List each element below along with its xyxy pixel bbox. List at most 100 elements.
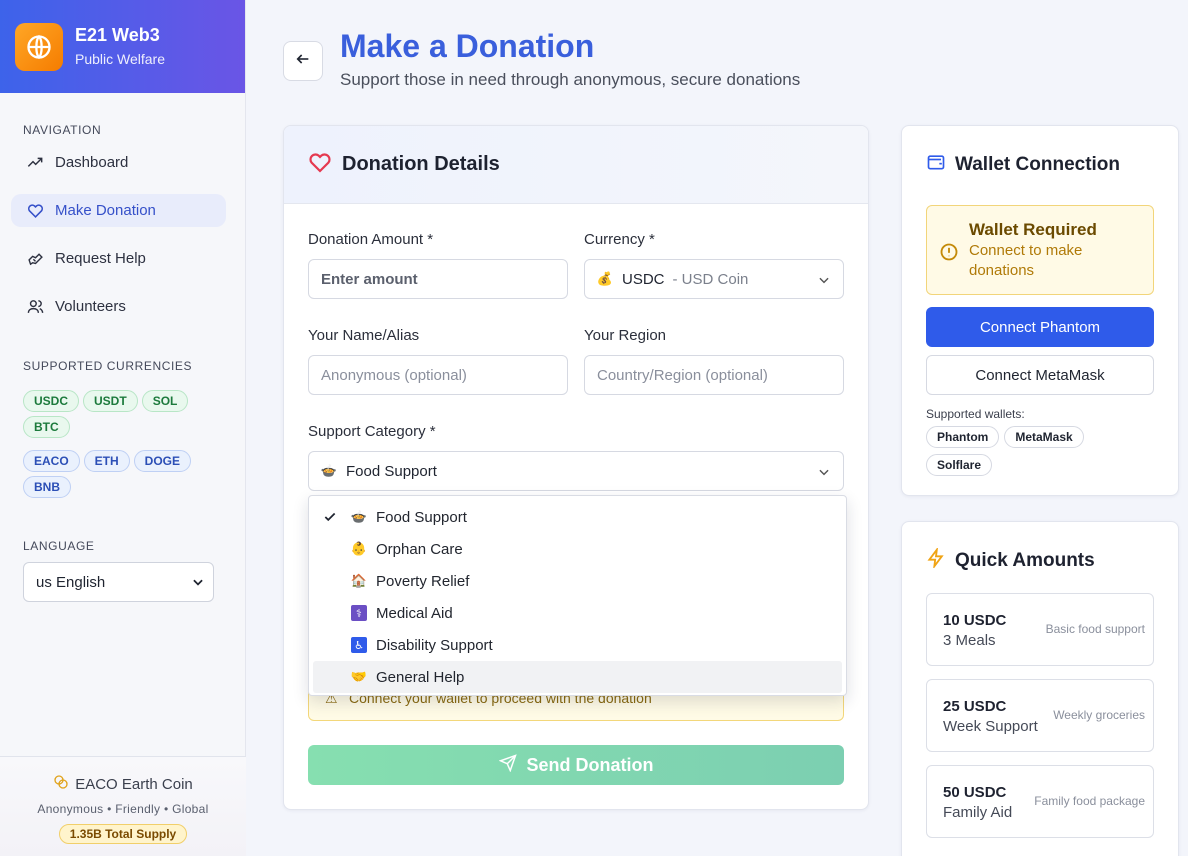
handshake-icon: 🤝 bbox=[350, 669, 368, 684]
medical-icon: ⚕ bbox=[351, 605, 367, 621]
sidebar-item-request-help[interactable]: Request Help bbox=[11, 242, 226, 275]
amount-input[interactable]: Enter amount bbox=[308, 259, 568, 299]
currency-chip[interactable]: BTC bbox=[23, 416, 70, 438]
alert-circle-icon bbox=[939, 242, 959, 280]
category-option-food-support[interactable]: 🍲 Food Support bbox=[313, 501, 842, 533]
page-title: Make a Donation bbox=[340, 28, 595, 64]
currency-chip[interactable]: EACO bbox=[23, 450, 80, 472]
sidebar-item-volunteers[interactable]: Volunteers bbox=[11, 290, 226, 323]
name-label: Your Name/Alias bbox=[308, 327, 420, 344]
currency-chip[interactable]: SOL bbox=[141, 390, 189, 412]
currency-chip[interactable]: BNB bbox=[23, 476, 71, 498]
heart-icon bbox=[308, 150, 332, 179]
option-label: Poverty Relief bbox=[376, 572, 470, 590]
quick-amount-option[interactable]: 25 USDC Week Support Weekly groceries bbox=[926, 679, 1154, 752]
coin-name: EACO Earth Coin bbox=[75, 775, 193, 793]
footer-tagline: Anonymous • Friendly • Global bbox=[37, 802, 209, 816]
category-dropdown: 🍲 Food Support 👶 Orphan Care 🏠 Poverty R… bbox=[308, 495, 847, 696]
currency-chip[interactable]: DOGE bbox=[133, 450, 192, 472]
page-subtitle: Support those in need through anonymous,… bbox=[340, 70, 801, 89]
food-bowl-icon: 🍲 bbox=[320, 463, 338, 478]
quick-amount-label: Family Aid bbox=[943, 804, 1013, 821]
supported-wallets-label: Supported wallets: bbox=[926, 407, 1025, 421]
currency-chip[interactable]: USDT bbox=[83, 390, 138, 412]
sidebar-item-label: Volunteers bbox=[55, 298, 126, 315]
helping-hand-icon bbox=[26, 250, 44, 268]
trending-up-icon bbox=[26, 154, 44, 172]
globe-icon bbox=[15, 22, 63, 71]
category-label: Support Category * bbox=[308, 423, 436, 440]
wallet-required-notice: Wallet Required Connect to make donation… bbox=[926, 205, 1154, 295]
amount-label: Donation Amount * bbox=[308, 231, 434, 248]
heart-icon bbox=[26, 202, 44, 220]
send-label: Send Donation bbox=[526, 754, 654, 775]
option-label: Disability Support bbox=[376, 636, 493, 654]
category-value: Food Support bbox=[346, 462, 437, 480]
sidebar-item-label: Make Donation bbox=[55, 202, 156, 219]
quick-amounts-card: Quick Amounts 10 USDC 3 Meals Basic food… bbox=[901, 521, 1179, 856]
notice-text: Connect to make donations bbox=[969, 242, 1083, 279]
wallet-chip: Phantom bbox=[926, 426, 1000, 448]
quick-card-title: Quick Amounts bbox=[955, 550, 1095, 571]
currency-label: Currency * bbox=[584, 231, 655, 248]
sidebar-item-label: Request Help bbox=[55, 250, 146, 267]
wallet-chip: MetaMask bbox=[1004, 426, 1084, 448]
quick-amount-desc: Weekly groceries bbox=[1053, 708, 1145, 722]
currency-chip[interactable]: ETH bbox=[83, 450, 130, 472]
send-icon bbox=[497, 753, 517, 777]
back-button[interactable] bbox=[283, 41, 323, 81]
category-option-orphan-care[interactable]: 👶 Orphan Care bbox=[313, 533, 842, 565]
option-label: General Help bbox=[376, 668, 465, 686]
money-bag-icon: 💰 bbox=[596, 271, 614, 286]
language-value: us English bbox=[36, 573, 106, 591]
sidebar: E21 Web3 Public Welfare NAVIGATION Dashb… bbox=[0, 0, 246, 856]
category-select[interactable]: 🍲 Food Support bbox=[308, 451, 844, 491]
donation-details-card: Donation Details Donation Amount * Enter… bbox=[283, 125, 869, 810]
quick-amount-option[interactable]: 10 USDC 3 Meals Basic food support bbox=[926, 593, 1154, 666]
category-option-poverty-relief[interactable]: 🏠 Poverty Relief bbox=[313, 565, 842, 597]
wallet-card-title: Wallet Connection bbox=[955, 154, 1121, 175]
currency-symbol: USDC bbox=[622, 270, 665, 288]
category-option-general-help[interactable]: 🤝 General Help bbox=[313, 661, 842, 693]
quick-amount-value: 25 USDC bbox=[943, 698, 1007, 715]
brand-subtitle: Public Welfare bbox=[75, 51, 166, 67]
currency-select[interactable]: 💰 USDC - USD Coin bbox=[584, 259, 844, 299]
connect-phantom-button[interactable]: Connect Phantom bbox=[926, 307, 1154, 347]
baby-icon: 👶 bbox=[350, 541, 368, 556]
sidebar-item-make-donation[interactable]: Make Donation bbox=[11, 194, 226, 227]
chevron-down-icon bbox=[817, 273, 831, 291]
quick-amount-option[interactable]: 50 USDC Family Aid Family food package bbox=[926, 765, 1154, 838]
category-option-disability-support[interactable]: ♿ Disability Support bbox=[313, 629, 842, 661]
category-option-medical-aid[interactable]: ⚕ Medical Aid bbox=[313, 597, 842, 629]
region-input[interactable]: Country/Region (optional) bbox=[584, 355, 844, 395]
notice-title: Wallet Required bbox=[969, 220, 1097, 239]
send-donation-button[interactable]: Send Donation bbox=[308, 745, 844, 785]
connect-metamask-button[interactable]: Connect MetaMask bbox=[926, 355, 1154, 395]
currency-chips-blue: EACO ETH DOGE BNB bbox=[23, 450, 223, 498]
quick-amount-label: Week Support bbox=[943, 718, 1038, 735]
food-bowl-icon: 🍲 bbox=[350, 509, 368, 524]
wallet-chip: Solflare bbox=[926, 454, 993, 476]
wallet-icon bbox=[926, 152, 946, 178]
supply-badge: 1.35B Total Supply bbox=[58, 824, 188, 844]
name-input[interactable]: Anonymous (optional) bbox=[308, 355, 568, 395]
currency-chip[interactable]: USDC bbox=[23, 390, 80, 412]
sidebar-item-dashboard[interactable]: Dashboard bbox=[11, 146, 226, 179]
currencies-section-label: SUPPORTED CURRENCIES bbox=[23, 359, 193, 373]
quick-amount-value: 10 USDC bbox=[943, 612, 1007, 629]
arrow-left-icon bbox=[295, 51, 311, 72]
nav-section-label: NAVIGATION bbox=[23, 123, 102, 137]
language-select[interactable]: us English bbox=[23, 562, 214, 602]
card-title: Donation Details bbox=[342, 153, 500, 175]
coin-icon bbox=[53, 774, 69, 794]
option-label: Food Support bbox=[376, 508, 467, 526]
house-icon: 🏠 bbox=[350, 573, 368, 588]
region-label: Your Region bbox=[584, 327, 667, 344]
brand-header[interactable]: E21 Web3 Public Welfare bbox=[0, 0, 245, 93]
supported-wallets-list: Phantom MetaMask Solflare bbox=[926, 426, 1154, 476]
quick-amount-desc: Family food package bbox=[1034, 794, 1145, 808]
check-icon bbox=[323, 510, 351, 524]
chevron-down-icon bbox=[817, 465, 831, 483]
sidebar-item-label: Dashboard bbox=[55, 154, 129, 171]
quick-amount-desc: Basic food support bbox=[1045, 622, 1145, 636]
